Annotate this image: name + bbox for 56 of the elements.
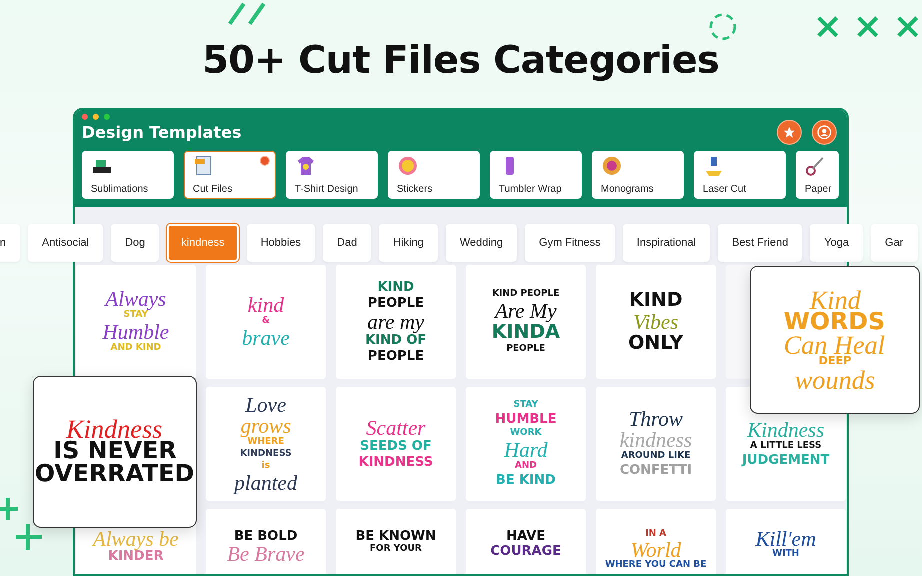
design-text: AROUND LIKE xyxy=(621,451,691,462)
design-text: CONFETTI xyxy=(620,463,692,478)
design-text: brave xyxy=(242,328,290,348)
design-text: KINDA xyxy=(492,322,560,343)
design-text: kindness xyxy=(620,430,692,450)
design-text: grows xyxy=(240,416,292,436)
window-title: Design Templates xyxy=(82,122,242,142)
design-text: Are My xyxy=(495,300,557,321)
design-text: WHERE YOU CAN BE xyxy=(605,560,707,571)
design-text: ONLY xyxy=(628,332,684,354)
design-text: BE KNOWN xyxy=(356,528,436,544)
design-text: BE KIND xyxy=(496,472,556,488)
design-text: Humble xyxy=(102,322,170,342)
design-text: A LITTLE LESS xyxy=(750,440,822,452)
design-text: KINDNESS xyxy=(358,454,434,470)
design-text: Kill'em xyxy=(756,528,816,549)
design-text: JUDGEMENT xyxy=(742,452,830,468)
design-text: STAY xyxy=(124,310,148,322)
design-text: HAVE xyxy=(506,528,546,544)
design-text: KINDNESS xyxy=(240,448,292,460)
design-text: is xyxy=(262,460,270,472)
design-text: KIND xyxy=(378,280,414,295)
design-text: & xyxy=(262,316,270,328)
design-text: KIND xyxy=(629,290,683,311)
design-text: KIND OF xyxy=(365,332,427,348)
design-text: KIND PEOPLE xyxy=(492,288,560,300)
design-text: COURAGE xyxy=(490,544,562,559)
design-text: Hard xyxy=(504,440,548,460)
design-text: Vibes xyxy=(633,312,679,332)
design-text: Kindness xyxy=(747,420,824,440)
design-text: SEEDS OF xyxy=(360,438,432,454)
design-text: Scatter xyxy=(366,418,426,438)
design-text: World xyxy=(630,540,682,560)
design-text: WITH xyxy=(772,548,800,560)
design-text: IN A xyxy=(646,528,666,540)
design-text: PEOPLE xyxy=(368,348,424,364)
design-text: DEEP xyxy=(818,356,852,370)
design-text: BE BOLD xyxy=(234,528,298,544)
design-text: AND KIND xyxy=(110,343,162,354)
design-text: HUMBLE xyxy=(495,412,557,427)
design-text: Always xyxy=(106,289,166,310)
headline: 50+ Cut Files Categories xyxy=(202,38,720,84)
design-text: Always be xyxy=(93,528,179,549)
design-text: planted xyxy=(234,472,298,493)
design-text: FOR YOUR xyxy=(370,544,422,555)
design-text: Be Brave xyxy=(227,544,305,564)
design-text: Love xyxy=(246,394,286,415)
design-text: WORK xyxy=(510,428,542,439)
design-text: WHERE xyxy=(248,436,284,448)
design-text: kind xyxy=(248,295,284,316)
design-text: AND xyxy=(515,460,537,472)
design-text: are my xyxy=(368,312,424,332)
design-text: PEOPLE xyxy=(506,344,546,355)
design-text: PEOPLE xyxy=(368,296,424,311)
design-text: Throw xyxy=(628,409,684,430)
design-text: STAY xyxy=(514,400,538,411)
